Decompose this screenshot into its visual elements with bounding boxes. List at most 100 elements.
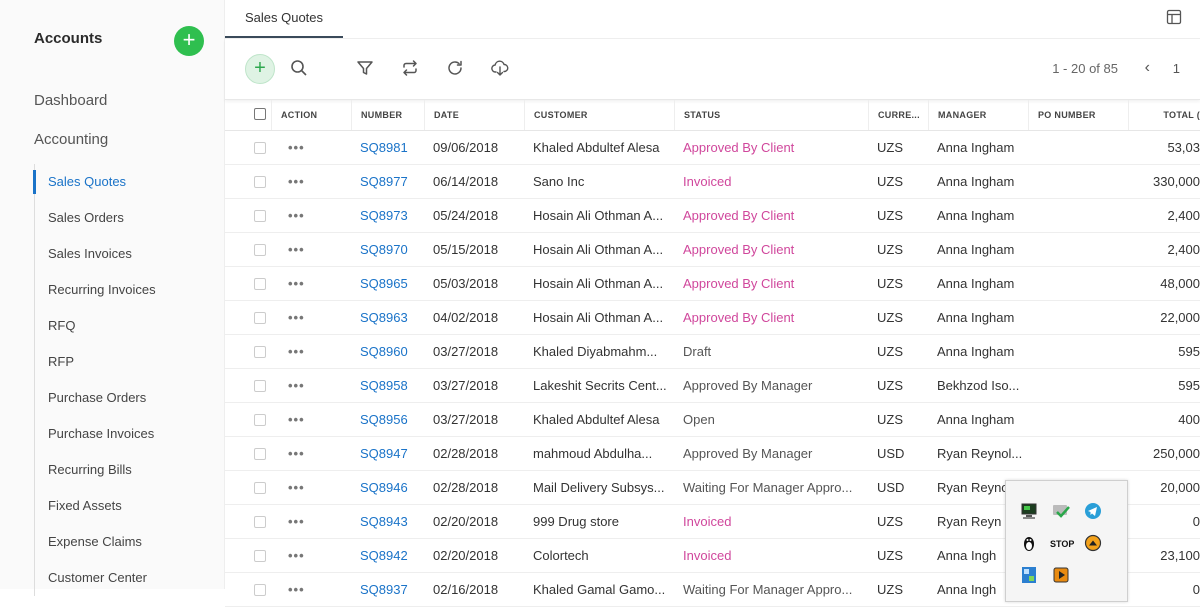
row-manager: Anna Ingham (937, 344, 1015, 359)
stop-icon[interactable]: STOP (1050, 537, 1074, 551)
prev-page-button[interactable]: ‹ (1145, 59, 1150, 77)
row-action-menu[interactable]: ••• (288, 335, 338, 368)
row-checkbox[interactable] (254, 516, 266, 528)
row-action-menu[interactable]: ••• (288, 437, 338, 470)
row-checkbox[interactable] (254, 244, 266, 256)
row-currency: UZS (877, 140, 903, 155)
quote-number-link[interactable]: SQ8942 (360, 539, 424, 572)
row-action-menu[interactable]: ••• (288, 233, 338, 266)
row-checkbox[interactable] (254, 414, 266, 426)
table-row[interactable]: ••• SQ8973 05/24/2018 Hosain Ali Othman A..… (225, 199, 1200, 233)
network-icon[interactable] (1020, 566, 1038, 584)
column-header-manager[interactable]: MANAGER (928, 100, 1028, 130)
row-action-menu[interactable]: ••• (288, 131, 338, 164)
quote-number-link[interactable]: SQ8943 (360, 505, 424, 538)
row-checkbox[interactable] (254, 210, 266, 222)
row-checkbox[interactable] (254, 550, 266, 562)
table-row[interactable]: ••• SQ8960 03/27/2018 Khaled Diyabmahm... Dr… (225, 335, 1200, 369)
sidebar-add-button[interactable]: + (174, 26, 204, 56)
sidebar-item-expense-claims[interactable]: Expense Claims (35, 524, 225, 560)
row-action-menu[interactable]: ••• (288, 199, 338, 232)
row-action-menu[interactable]: ••• (288, 267, 338, 300)
row-action-menu[interactable]: ••• (288, 403, 338, 436)
column-header-status[interactable]: STATUS (674, 100, 868, 130)
row-checkbox[interactable] (254, 176, 266, 188)
add-quote-button[interactable]: + (245, 54, 275, 84)
sidebar-item-purchase-invoices[interactable]: Purchase Invoices (35, 416, 225, 452)
row-currency: UZS (877, 174, 903, 189)
select-all-checkbox[interactable] (254, 108, 266, 120)
check-icon[interactable] (1052, 502, 1070, 520)
row-checkbox[interactable] (254, 312, 266, 324)
quote-number-link[interactable]: SQ8947 (360, 437, 424, 470)
quote-number-link[interactable]: SQ8970 (360, 233, 424, 266)
tux-icon[interactable] (1020, 534, 1038, 552)
quote-number-link[interactable]: SQ8965 (360, 267, 424, 300)
row-action-menu[interactable]: ••• (288, 573, 338, 606)
quote-number-link[interactable]: SQ8946 (360, 471, 424, 504)
sidebar-item-fixed-assets[interactable]: Fixed Assets (35, 488, 225, 524)
row-action-menu[interactable]: ••• (288, 471, 338, 504)
tab-sales-quotes[interactable]: Sales Quotes (225, 0, 343, 38)
download-icon[interactable] (491, 59, 509, 77)
sidebar-item-customer-center[interactable]: Customer Center (35, 560, 225, 596)
table-row[interactable]: ••• SQ8977 06/14/2018 Sano Inc Invoiced UZS An… (225, 165, 1200, 199)
sidebar-item-rfp[interactable]: RFP (35, 344, 225, 380)
row-checkbox[interactable] (254, 346, 266, 358)
row-checkbox[interactable] (254, 380, 266, 392)
filter-icon[interactable] (356, 59, 374, 77)
column-header-number[interactable]: NUMBER (351, 100, 424, 130)
row-action-menu[interactable]: ••• (288, 301, 338, 334)
column-header-customer[interactable]: CUSTOMER (524, 100, 674, 130)
table-row[interactable]: ••• SQ8981 09/06/2018 Khaled Abdultef Alesa… (225, 131, 1200, 165)
row-action-menu[interactable]: ••• (288, 165, 338, 198)
monitor-icon[interactable] (1020, 502, 1038, 520)
row-action-menu[interactable]: ••• (288, 369, 338, 402)
row-checkbox[interactable] (254, 482, 266, 494)
quote-number-link[interactable]: SQ8977 (360, 165, 424, 198)
row-checkbox[interactable] (254, 584, 266, 596)
quote-number-link[interactable]: SQ8958 (360, 369, 424, 402)
table-row[interactable]: ••• SQ8956 03/27/2018 Khaled Abdultef Alesa… (225, 403, 1200, 437)
telegram-icon[interactable] (1084, 502, 1102, 520)
sidebar-item-sales-invoices[interactable]: Sales Invoices (35, 236, 225, 272)
quote-number-link[interactable]: SQ8960 (360, 335, 424, 368)
column-header-po-number[interactable]: PO NUMBER (1028, 100, 1128, 130)
layout-icon[interactable] (1166, 9, 1182, 25)
row-action-menu[interactable]: ••• (288, 539, 338, 572)
sidebar-item-purchase-orders[interactable]: Purchase Orders (35, 380, 225, 416)
quote-number-link[interactable]: SQ8937 (360, 573, 424, 606)
quote-number-link[interactable]: SQ8963 (360, 301, 424, 334)
table-row[interactable]: ••• SQ8958 03/27/2018 Lakeshit Secrits Cent… (225, 369, 1200, 403)
sidebar-item-sales-quotes[interactable]: Sales Quotes (33, 164, 225, 200)
table-row[interactable]: ••• SQ8947 02/28/2018 mahmoud Abdulha... App… (225, 437, 1200, 471)
table-row[interactable]: ••• SQ8963 04/02/2018 Hosain Ali Othman A..… (225, 301, 1200, 335)
column-header-action[interactable]: ACTION (271, 100, 351, 130)
sidebar-item-recurring-invoices[interactable]: Recurring Invoices (35, 272, 225, 308)
row-status: Waiting For Manager Appro... (683, 582, 853, 597)
refresh-icon[interactable] (446, 59, 464, 77)
sidebar-item-accounting[interactable]: Accounting (34, 131, 108, 148)
table-row[interactable]: ••• SQ8970 05/15/2018 Hosain Ali Othman A..… (225, 233, 1200, 267)
play-icon[interactable] (1052, 566, 1070, 584)
repeat-icon[interactable] (401, 59, 419, 77)
column-header-total[interactable]: TOTAL ( (1128, 100, 1200, 130)
sidebar-item-sales-orders[interactable]: Sales Orders (35, 200, 225, 236)
quote-number-link[interactable]: SQ8981 (360, 131, 424, 164)
quote-number-link[interactable]: SQ8956 (360, 403, 424, 436)
table-row[interactable]: ••• SQ8965 05/03/2018 Hosain Ali Othman A..… (225, 267, 1200, 301)
row-status: Invoiced (683, 548, 732, 563)
arrow-up-icon[interactable] (1084, 534, 1102, 552)
sidebar-item-rfq[interactable]: RFQ (35, 308, 225, 344)
row-action-menu[interactable]: ••• (288, 505, 338, 538)
search-icon[interactable] (290, 59, 308, 77)
page-number[interactable]: 1 (1173, 61, 1180, 76)
row-checkbox[interactable] (254, 142, 266, 154)
column-header-currency[interactable]: CURRE... (868, 100, 928, 130)
row-checkbox[interactable] (254, 448, 266, 460)
column-header-date[interactable]: DATE (424, 100, 524, 130)
sidebar-item-dashboard[interactable]: Dashboard (34, 92, 107, 109)
row-checkbox[interactable] (254, 278, 266, 290)
quote-number-link[interactable]: SQ8973 (360, 199, 424, 232)
sidebar-item-recurring-bills[interactable]: Recurring Bills (35, 452, 225, 488)
